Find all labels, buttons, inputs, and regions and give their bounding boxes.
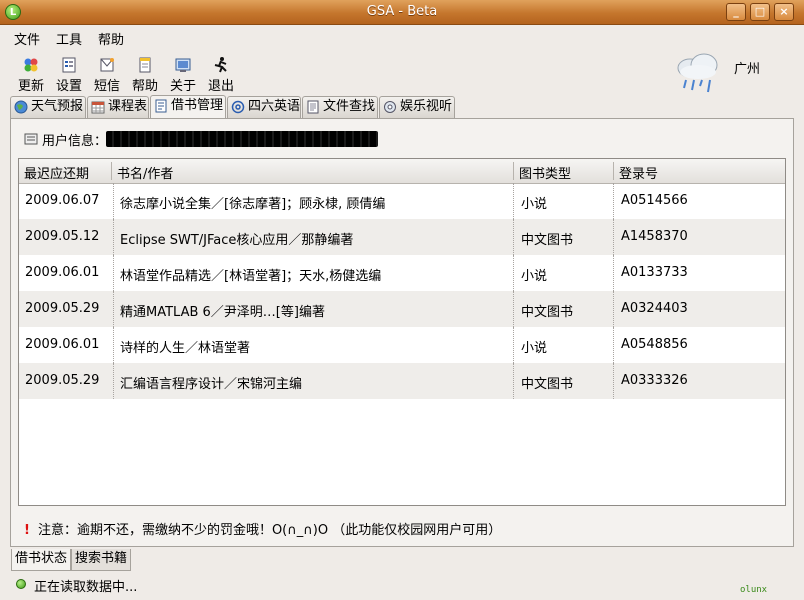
settings-label: 设置 (55, 79, 82, 94)
tab-search-books[interactable]: 搜索书籍 (71, 549, 131, 571)
title-bar[interactable]: L GSA - Beta _ □ × (0, 0, 804, 25)
cell-due-date: 2009.06.07 (25, 193, 100, 208)
rain-cloud-icon (677, 53, 718, 93)
document-icon (307, 100, 319, 114)
table-row[interactable]: 2009.06.07 徐志摩小说全集／[徐志摩著]；顾永棣, 顾倩编 小说 A0514… (19, 183, 785, 219)
cell-login-no: A0333326 (621, 373, 688, 388)
user-info: 用户信息： (24, 130, 107, 149)
user-card-icon (24, 133, 38, 145)
cell-due-date: 2009.05.29 (25, 373, 100, 388)
about-icon (175, 58, 191, 72)
col-due-date[interactable]: 最迟应还期 (24, 163, 89, 182)
tab-file-search-label: 文件查找 (323, 99, 376, 114)
cell-title-author: 诗样的人生／林语堂著 (120, 341, 251, 356)
tab-english-label: 四六英语 (248, 99, 301, 114)
tab-library-label: 借书管理 (171, 98, 224, 113)
calendar-icon (91, 101, 105, 114)
exit-button[interactable]: 退出 (203, 56, 239, 94)
cell-title-author: 徐志摩小说全集／[徐志摩著]；顾永棣, 顾倩编 (120, 197, 386, 212)
menu-file[interactable]: 文件 (14, 29, 40, 48)
cell-login-no: A0548856 (621, 337, 688, 352)
menu-bar: 文件 工具 帮助 (0, 25, 804, 49)
cell-title-author: Eclipse SWT/JFace核心应用／那静编著 (120, 233, 354, 248)
media-icon (384, 101, 396, 113)
window-title: GSA - Beta (366, 4, 438, 19)
table-row[interactable]: 2009.05.12 Eclipse SWT/JFace核心应用／那静编著 中文图书… (19, 219, 785, 255)
cell-due-date: 2009.05.12 (25, 229, 100, 244)
about-button[interactable]: 关于 (165, 56, 201, 94)
tab-media[interactable]: 娱乐视听 (379, 96, 455, 118)
table-row[interactable]: 2009.05.29 汇编语言程序设计／宋锦河主编 中文图书 A0333326 (19, 363, 785, 399)
status-text: 正在读取数据中... (34, 580, 138, 595)
settings-button[interactable]: 设置 (51, 56, 87, 94)
help-button[interactable]: 帮助 (127, 56, 163, 94)
tab-english[interactable]: 四六英语 (227, 96, 301, 118)
tab-schedule[interactable]: 课程表 (87, 96, 149, 118)
tab-weather-label: 天气预报 (31, 99, 84, 114)
borrowed-books-table[interactable]: 最迟应还期 书名/作者 图书类型 登录号 2009.06.07 徐志摩小说全集／[… (18, 158, 786, 506)
minimize-button[interactable]: _ (726, 3, 746, 21)
at-sign-icon (231, 100, 245, 114)
brand-label: olunx (740, 585, 768, 595)
user-info-label: 用户信息： (42, 134, 108, 149)
tab-file-search[interactable]: 文件查找 (302, 96, 378, 118)
help-label: 帮助 (131, 79, 158, 94)
tab-media-label: 娱乐视听 (400, 99, 453, 114)
menu-help[interactable]: 帮助 (98, 29, 124, 48)
tab-library[interactable]: 借书管理 (150, 95, 226, 119)
weather-city: 广州 (734, 62, 761, 77)
update-icon (24, 58, 38, 72)
cell-book-type: 中文图书 (521, 233, 574, 248)
cell-title-author: 精通MATLAB 6／尹泽明…[等]编著 (120, 305, 325, 320)
cell-book-type: 小说 (521, 341, 548, 356)
cell-login-no: A1458370 (621, 229, 688, 244)
table-row[interactable]: 2009.06.01 诗样的人生／林语堂著 小说 A0548856 (19, 327, 785, 363)
close-button[interactable]: × (774, 3, 794, 21)
cell-book-type: 中文图书 (521, 305, 574, 320)
cell-title-author: 林语堂作品精选／[林语堂著]；天水,杨健选编 (120, 269, 382, 284)
tab-weather[interactable]: 天气预报 (10, 96, 86, 118)
table-row[interactable]: 2009.06.01 林语堂作品精选／[林语堂著]；天水,杨健选编 小说 A01337… (19, 255, 785, 291)
overdue-note: ! 注意：逾期不还，需缴纳不少的罚金哦！O(∩_∩)O （此功能仅校园网用户可用） (24, 519, 501, 538)
redacted-user-info (106, 131, 378, 147)
exit-icon (214, 57, 227, 73)
update-button[interactable]: 更新 (13, 56, 49, 94)
col-title-author[interactable]: 书名/作者 (117, 163, 173, 182)
cell-login-no: A0324403 (621, 301, 688, 316)
globe-icon (14, 100, 28, 114)
table-row[interactable]: 2009.05.29 精通MATLAB 6／尹泽明…[等]编著 中文图书 A03244… (19, 291, 785, 327)
status-bar: 正在读取数据中... (0, 573, 804, 600)
cell-title-author: 汇编语言程序设计／宋锦河主编 (120, 377, 303, 392)
help-icon (139, 57, 151, 73)
about-label: 关于 (169, 79, 196, 94)
menu-tools[interactable]: 工具 (56, 29, 82, 48)
cell-due-date: 2009.06.01 (25, 265, 100, 280)
col-book-type[interactable]: 图书类型 (519, 163, 571, 182)
tab-schedule-label: 课程表 (108, 99, 148, 114)
status-indicator-icon (16, 579, 26, 589)
col-login-no[interactable]: 登录号 (619, 163, 658, 182)
cell-login-no: A0514566 (621, 193, 688, 208)
settings-icon (62, 57, 76, 73)
overdue-note-text: 注意：逾期不还，需缴纳不少的罚金哦！O(∩_∩)O （此功能仅校园网用户可用） (37, 523, 502, 538)
exit-label: 退出 (207, 79, 234, 94)
cell-book-type: 中文图书 (521, 377, 574, 392)
cell-book-type: 小说 (521, 269, 548, 284)
sms-button[interactable]: 短信 (89, 56, 125, 94)
maximize-button[interactable]: □ (750, 3, 770, 21)
cell-due-date: 2009.06.01 (25, 337, 100, 352)
book-icon (155, 99, 167, 113)
update-label: 更新 (17, 79, 44, 94)
cell-book-type: 小说 (521, 197, 548, 212)
cell-due-date: 2009.05.29 (25, 301, 100, 316)
warning-icon: ! (24, 523, 30, 538)
sms-label: 短信 (93, 79, 120, 94)
tab-borrow-status[interactable]: 借书状态 (11, 549, 71, 571)
table-header: 最迟应还期 书名/作者 图书类型 登录号 (19, 159, 785, 184)
cell-login-no: A0133733 (621, 265, 688, 280)
sms-icon (100, 58, 114, 72)
